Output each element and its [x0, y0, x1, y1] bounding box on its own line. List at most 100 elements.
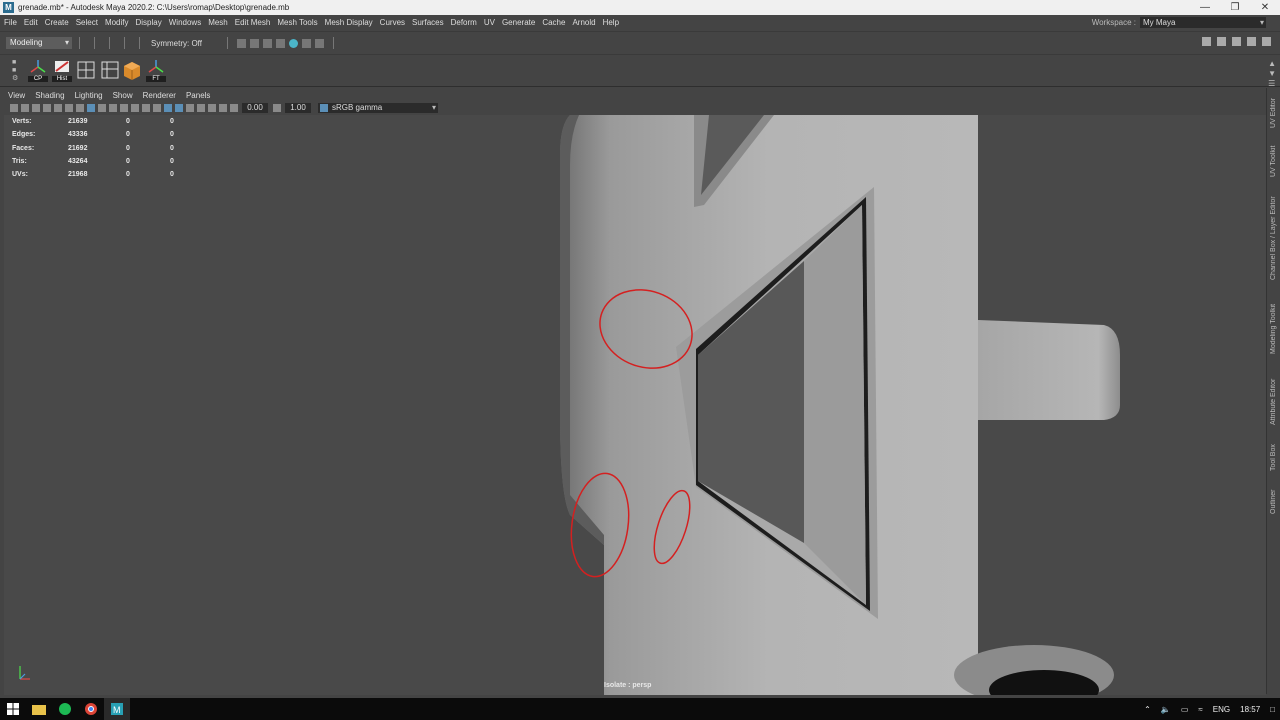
tab-uv-toolkit[interactable]: UV Toolkit — [1267, 140, 1280, 182]
panel-menu-panels[interactable]: Panels — [186, 91, 210, 100]
notification-icon[interactable]: □ — [1270, 705, 1275, 714]
delete-history-tool[interactable]: Hist — [52, 59, 72, 82]
pause-icon[interactable] — [314, 38, 324, 48]
menu-mesh-display[interactable]: Mesh Display — [325, 18, 373, 27]
resolution-gate-icon[interactable] — [75, 104, 84, 112]
start-button[interactable] — [0, 698, 26, 720]
isolate-select-icon[interactable] — [174, 104, 183, 112]
chrome-button[interactable] — [78, 698, 104, 720]
channel-box-icon[interactable] — [1262, 37, 1271, 46]
menu-uv[interactable]: UV — [484, 18, 495, 27]
close-icon[interactable]: ✕ — [1250, 2, 1280, 13]
exposure-icon[interactable] — [229, 104, 238, 112]
tab-outliner[interactable]: Outliner — [1267, 482, 1280, 522]
smooth-shade-icon[interactable] — [97, 104, 106, 112]
cube-tool[interactable] — [122, 59, 142, 81]
maya-taskbar-button[interactable]: M — [104, 698, 130, 720]
menu-mesh-tools[interactable]: Mesh Tools — [277, 18, 317, 27]
camera-lock-icon[interactable] — [20, 104, 29, 112]
xray-icon[interactable] — [163, 104, 172, 112]
tool-settings-icon[interactable] — [1247, 37, 1256, 46]
shelf-menu-icon[interactable]: ■ ■ ⚙ — [12, 59, 18, 83]
tab-tool-box[interactable]: Tool Box — [1267, 440, 1280, 476]
attribute-editor-icon[interactable] — [1232, 37, 1241, 46]
tab-uv-editor[interactable]: UV Editor — [1267, 92, 1280, 134]
render-view-icon[interactable] — [301, 38, 311, 48]
panel-menu-shading[interactable]: Shading — [35, 91, 64, 100]
render-settings-icon[interactable] — [262, 38, 272, 48]
menu-curves[interactable]: Curves — [380, 18, 405, 27]
wireframe-on-shaded-icon[interactable] — [108, 104, 117, 112]
hypershade-icon[interactable] — [275, 38, 285, 48]
lights-icon[interactable] — [130, 104, 139, 112]
restore-icon[interactable]: ❐ — [1220, 2, 1250, 13]
film-gate-icon[interactable] — [64, 104, 73, 112]
camera-select-icon[interactable] — [9, 104, 18, 112]
clock[interactable]: 18:57 — [1240, 705, 1260, 714]
color-space-dropdown[interactable]: sRGB gamma — [318, 103, 438, 113]
multi-cut-icon — [101, 61, 119, 79]
workspace-dropdown[interactable]: My Maya — [1140, 17, 1266, 28]
depth-of-field-icon[interactable] — [218, 104, 227, 112]
freeze-transform-tool[interactable]: FT — [146, 59, 166, 82]
render-icon[interactable] — [236, 38, 246, 48]
menu-display[interactable]: Display — [136, 18, 162, 27]
menu-file[interactable]: File — [4, 18, 17, 27]
gamma-icon[interactable] — [272, 104, 281, 112]
exposure-field[interactable]: 0.00 — [242, 103, 268, 113]
chevron-up-icon[interactable]: ⌃ — [1144, 705, 1151, 714]
xray-joints-icon[interactable] — [185, 104, 194, 112]
ambient-occlusion-icon[interactable] — [152, 104, 161, 112]
menu-mesh[interactable]: Mesh — [208, 18, 228, 27]
panel-menu-renderer[interactable]: Renderer — [143, 91, 176, 100]
panel-menu-view[interactable]: View — [8, 91, 25, 100]
arnold-render-icon[interactable] — [288, 38, 298, 48]
view-axis-icon — [19, 666, 30, 680]
menu-help[interactable]: Help — [603, 18, 619, 27]
multi-cut-tool[interactable] — [100, 59, 120, 81]
menu-modify[interactable]: Modify — [105, 18, 129, 27]
minimize-icon[interactable]: — — [1190, 2, 1220, 13]
shadows-icon[interactable] — [141, 104, 150, 112]
display-icon[interactable]: ▭ — [1181, 705, 1189, 714]
anti-aliasing-icon[interactable] — [207, 104, 216, 112]
image-plane-icon[interactable] — [42, 104, 51, 112]
viewport-3d[interactable]: Verts: 21639 0 0 Edges: 43336 0 0 Faces:… — [4, 115, 1266, 695]
character-controls-icon[interactable] — [1217, 37, 1226, 46]
spotify-button[interactable] — [52, 698, 78, 720]
tab-attribute-editor[interactable]: Attribute Editor — [1267, 370, 1280, 434]
textured-icon[interactable] — [119, 104, 128, 112]
panel-menu-lighting[interactable]: Lighting — [75, 91, 103, 100]
windows-taskbar: M ⌃ 🔈 ▭ ≈ ENG 18:57 □ — [0, 698, 1280, 720]
ipr-render-icon[interactable] — [249, 38, 259, 48]
shelf-scroll-icon[interactable]: ▲ ▼ ☰ — [1268, 59, 1276, 89]
language-indicator[interactable]: ENG — [1213, 705, 1230, 714]
symmetry-status[interactable]: Symmetry: Off — [151, 39, 202, 48]
bookmark-icon[interactable] — [31, 104, 40, 112]
menu-cache[interactable]: Cache — [542, 18, 565, 27]
menu-edit-mesh[interactable]: Edit Mesh — [235, 18, 271, 27]
volume-icon[interactable]: 🔈 — [1161, 705, 1171, 714]
menu-create[interactable]: Create — [45, 18, 69, 27]
modeling-toolkit-icon[interactable] — [1202, 37, 1211, 46]
menu-arnold[interactable]: Arnold — [572, 18, 595, 27]
menu-surfaces[interactable]: Surfaces — [412, 18, 444, 27]
grid-toggle-icon[interactable] — [53, 104, 62, 112]
motion-blur-icon[interactable] — [196, 104, 205, 112]
tab-channel-box[interactable]: Channel Box / Layer Editor — [1267, 188, 1280, 288]
wifi-icon[interactable]: ≈ — [1198, 705, 1202, 714]
menu-windows[interactable]: Windows — [169, 18, 201, 27]
menu-deform[interactable]: Deform — [451, 18, 477, 27]
menu-set-dropdown[interactable]: Modeling — [6, 37, 72, 49]
divider — [79, 37, 80, 49]
wireframe-icon[interactable] — [86, 104, 95, 112]
menu-select[interactable]: Select — [76, 18, 98, 27]
gamma-field[interactable]: 1.00 — [285, 103, 311, 113]
menu-edit[interactable]: Edit — [24, 18, 38, 27]
file-explorer-button[interactable] — [26, 698, 52, 720]
menu-generate[interactable]: Generate — [502, 18, 535, 27]
grid-snap-tool[interactable] — [76, 59, 96, 81]
panel-menu-show[interactable]: Show — [113, 91, 133, 100]
center-pivot-tool[interactable]: CP — [28, 59, 48, 82]
tab-modeling-toolkit[interactable]: Modeling Toolkit — [1267, 294, 1280, 364]
